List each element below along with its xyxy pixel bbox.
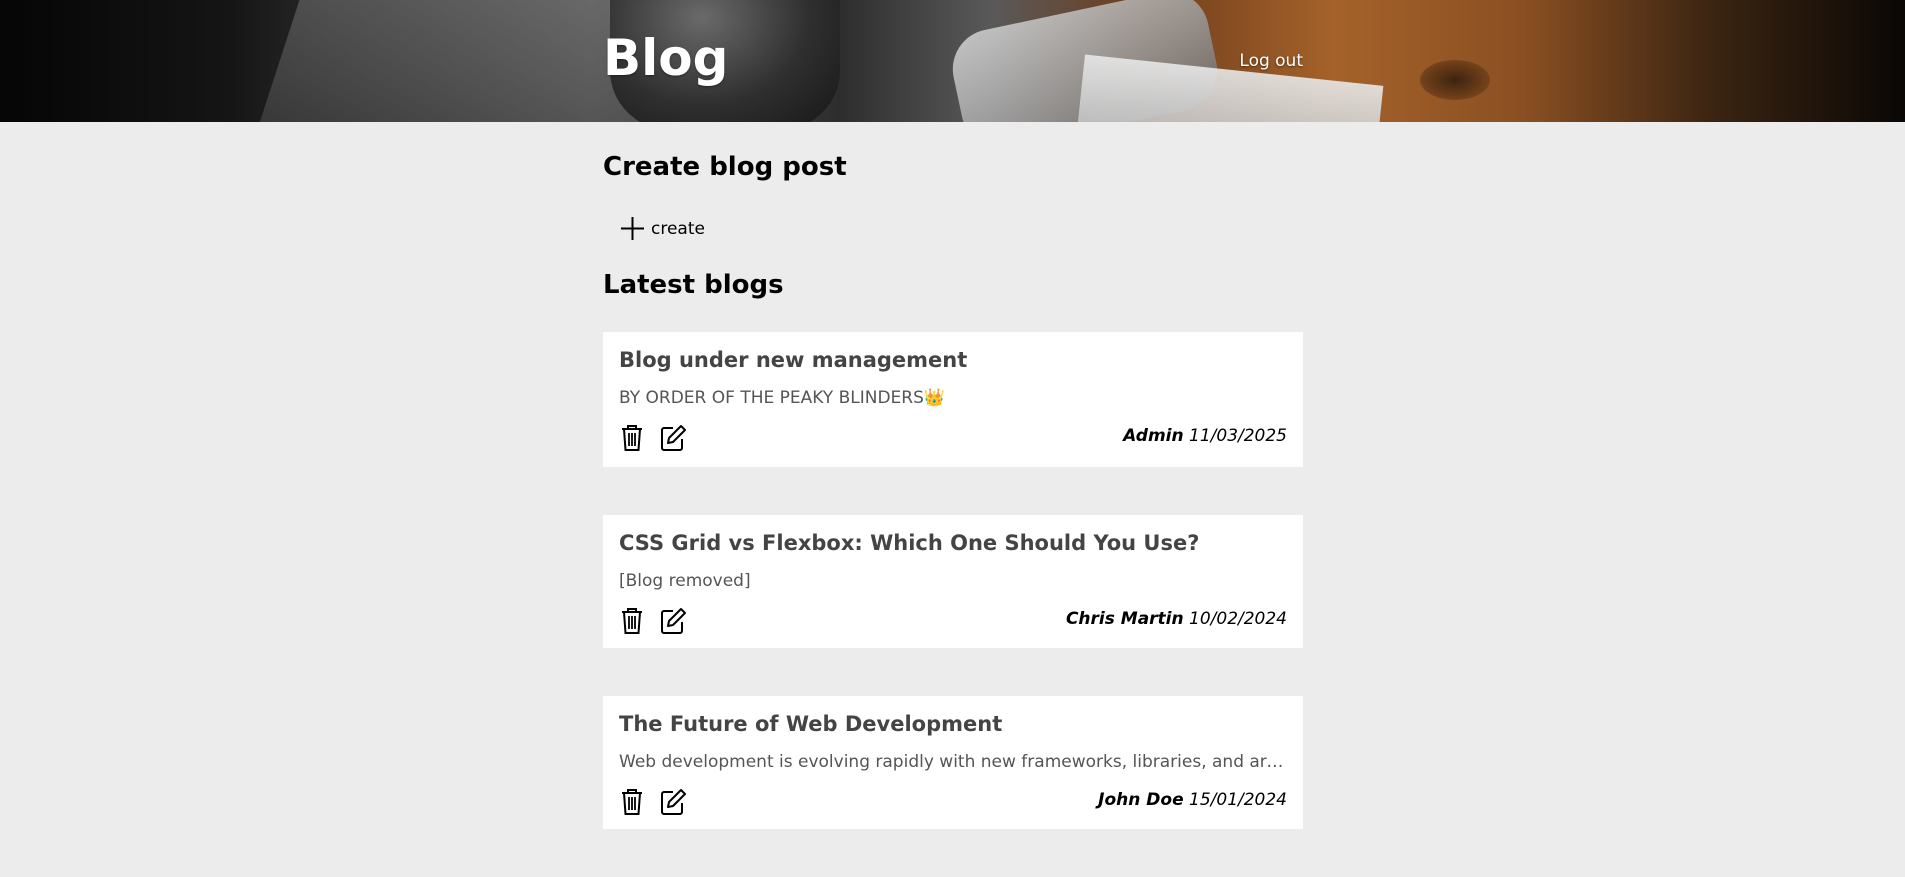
- banner-paper-image: [1076, 54, 1384, 122]
- post-author: Admin: [1123, 426, 1184, 446]
- trash-icon[interactable]: [619, 606, 645, 640]
- edit-icon[interactable]: [659, 787, 687, 821]
- post-date: 11/03/2025: [1189, 426, 1287, 446]
- post-excerpt: [Blog removed]: [619, 571, 751, 591]
- plus-icon: [619, 215, 646, 242]
- post-actions: [619, 606, 687, 640]
- header-banner: [0, 0, 1905, 122]
- post-title[interactable]: Blog under new management: [619, 348, 967, 372]
- trash-icon[interactable]: [619, 423, 645, 457]
- post-excerpt: Web development is evolving rapidly with…: [619, 752, 1287, 772]
- post-author: John Doe: [1098, 790, 1184, 810]
- post-excerpt: BY ORDER OF THE PEAKY BLINDERS👑: [619, 388, 946, 408]
- post-title[interactable]: The Future of Web Development: [619, 712, 1002, 736]
- edit-icon[interactable]: [659, 606, 687, 640]
- site-title: Blog: [603, 29, 729, 87]
- create-label: create: [651, 218, 705, 239]
- post-title[interactable]: CSS Grid vs Flexbox: Which One Should Yo…: [619, 531, 1199, 555]
- post-actions: [619, 423, 687, 457]
- post-meta: Chris Martin 10/02/2024: [1066, 609, 1287, 629]
- blog-post-card: Blog under new management BY ORDER OF TH…: [603, 332, 1303, 467]
- post-meta: John Doe 15/01/2024: [1098, 790, 1287, 810]
- post-date: 10/02/2024: [1189, 609, 1287, 629]
- edit-icon[interactable]: [659, 423, 687, 457]
- post-author: Chris Martin: [1065, 609, 1184, 629]
- post-actions: [619, 787, 687, 821]
- post-date: 15/01/2024: [1189, 790, 1287, 810]
- blog-post-card: The Future of Web Development Web develo…: [603, 696, 1303, 829]
- blog-post-card: CSS Grid vs Flexbox: Which One Should Yo…: [603, 515, 1303, 648]
- banner-wood-knot: [1420, 60, 1490, 100]
- post-meta: Admin 11/03/2025: [1123, 426, 1287, 446]
- create-heading: Create blog post: [603, 152, 847, 182]
- create-button[interactable]: create: [619, 215, 705, 242]
- latest-heading: Latest blogs: [603, 270, 784, 300]
- logout-link[interactable]: Log out: [1239, 51, 1303, 71]
- trash-icon[interactable]: [619, 787, 645, 821]
